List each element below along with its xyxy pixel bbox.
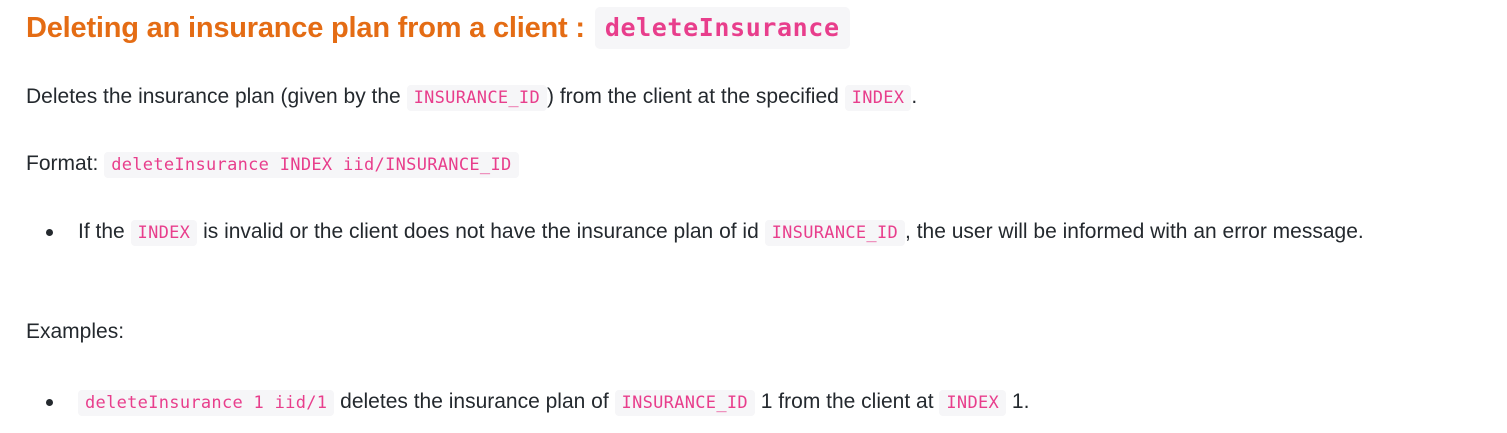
command-format: Format: deleteInsurance INDEX iid/INSURA… xyxy=(26,148,519,181)
index-code: INDEX xyxy=(130,220,198,246)
note-text: If the xyxy=(78,220,125,243)
index-code: INDEX xyxy=(844,85,912,111)
example-command-code: deleteInsurance 1 iid/1 xyxy=(78,390,335,416)
examples-label: Examples: xyxy=(26,320,125,343)
examples-list: deleteInsurance 1 iid/1 deletes the insu… xyxy=(26,384,1497,421)
example-text: 1 from the client at xyxy=(760,390,934,413)
bullet-icon xyxy=(46,399,53,406)
bullet-icon xyxy=(46,229,53,236)
command-description: Deletes the insurance plan (given by the… xyxy=(26,81,917,114)
example-text: deletes the insurance plan of xyxy=(340,390,609,413)
notes-list: If the INDEX is invalid or the client do… xyxy=(26,214,1497,251)
example-text: 1. xyxy=(1011,390,1030,413)
section-heading: Deleting an insurance plan from a client… xyxy=(26,6,850,50)
description-text: . xyxy=(911,85,918,108)
note-text: is invalid or the client does not have t… xyxy=(203,220,759,243)
insurance-id-code: INSURANCE_ID xyxy=(764,220,906,246)
index-code: INDEX xyxy=(939,390,1007,416)
examples-heading: Examples: xyxy=(26,316,124,348)
format-label: Format: xyxy=(26,152,99,175)
insurance-id-code: INSURANCE_ID xyxy=(614,390,755,416)
section-heading-command-code: deleteInsurance xyxy=(594,7,850,49)
list-item: deleteInsurance 1 iid/1 deletes the insu… xyxy=(26,384,1497,421)
description-text: ) from the client at the specified xyxy=(547,85,839,108)
section-heading-text: Deleting an insurance plan from a client… xyxy=(26,11,585,44)
note-text: , the user will be informed with an erro… xyxy=(905,220,1364,243)
description-text: Deletes the insurance plan (given by the xyxy=(26,85,401,108)
document-section: Deleting an insurance plan from a client… xyxy=(26,0,1497,433)
list-item: If the INDEX is invalid or the client do… xyxy=(26,214,1497,251)
format-code: deleteInsurance INDEX iid/INSURANCE_ID xyxy=(104,152,519,178)
insurance-id-code: INSURANCE_ID xyxy=(406,85,547,111)
